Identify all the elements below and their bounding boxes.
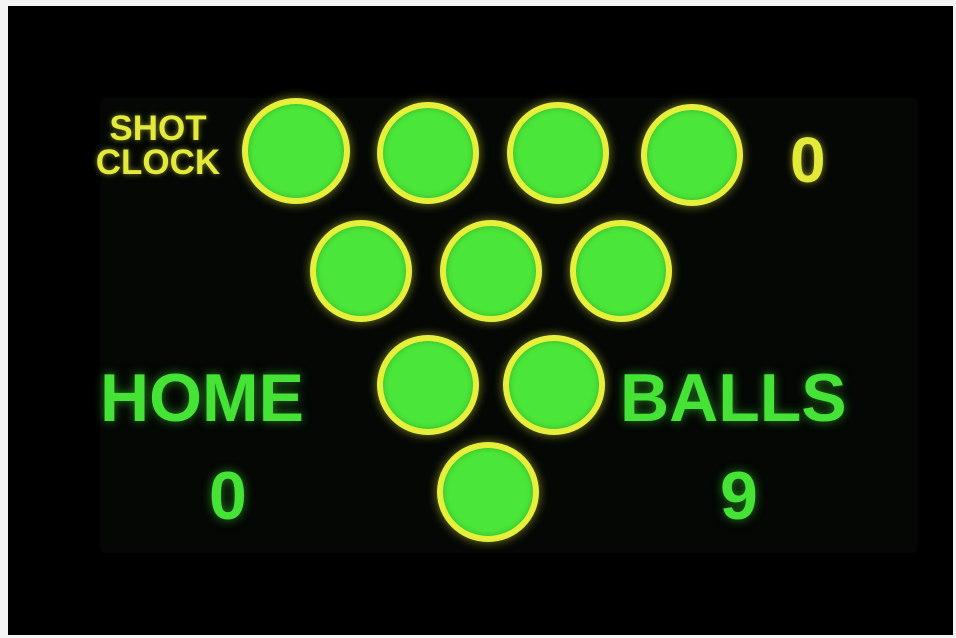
rack-ball (507, 102, 609, 204)
rack-ball (377, 335, 479, 435)
rack-ball (503, 335, 605, 435)
rack-ball (570, 220, 672, 322)
balls-label: BALLS (620, 360, 847, 436)
home-score: 0 (209, 458, 247, 534)
shot-clock-label-line1: SHOT (109, 109, 207, 148)
shot-clock-value: 0 (790, 124, 826, 196)
rack-ball (440, 220, 542, 322)
shot-clock-label: SHOT CLOCK (78, 109, 238, 182)
scoreboard-display: SHOT CLOCK 0 HOME 0 BALLS 9 (8, 6, 953, 635)
balls-count: 9 (720, 458, 758, 534)
shot-clock-label-line2: CLOCK (95, 143, 221, 182)
rack-ball (437, 442, 539, 542)
rack-ball (242, 98, 350, 204)
rack-ball (641, 104, 743, 206)
rack-ball (310, 220, 412, 322)
rack-ball (377, 102, 479, 204)
home-label: HOME (100, 360, 304, 436)
